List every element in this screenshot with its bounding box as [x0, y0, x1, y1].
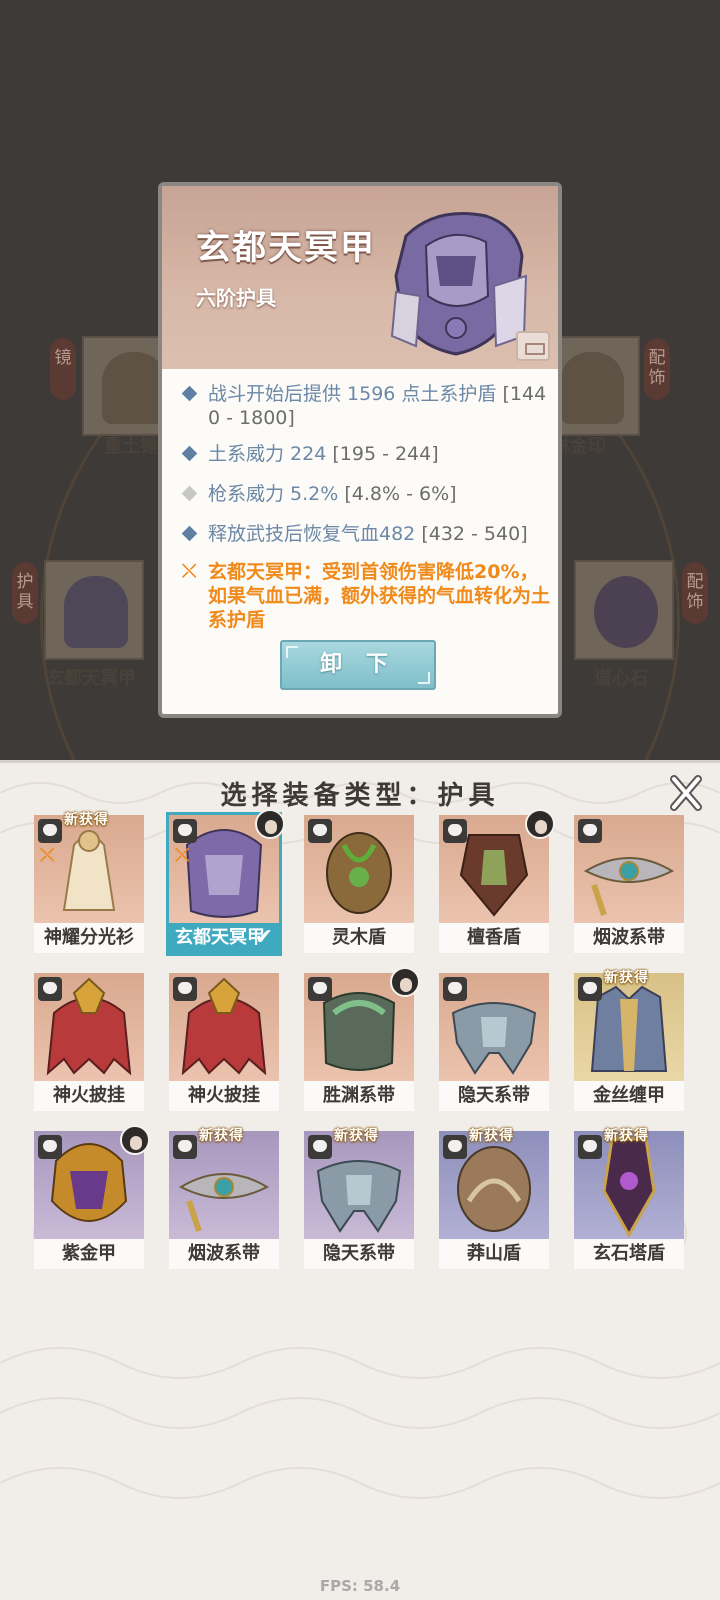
stat-line-1: 战斗开始后提供 1596 点土系护盾 [1440 - 1800]	[181, 382, 552, 430]
armor-type-icon	[578, 1135, 602, 1159]
stat-range: [195 - 244]	[332, 443, 439, 465]
armor-type-icon	[38, 1135, 62, 1159]
stat-text: 战斗开始后提供 1596 点土系护盾	[208, 383, 503, 405]
armor-type-icon	[308, 1135, 332, 1159]
armor-type-icon	[38, 819, 62, 843]
equipment-name: 玄石塔盾	[574, 1239, 684, 1269]
equipment-card[interactable]: 新获得 烟波系带	[169, 1128, 279, 1269]
stat-text: 枪系威力 5.2%	[208, 483, 345, 505]
special-effect-text: 玄都天冥甲：受到首领伤害降低20%，如果气血已满，额外获得的气血转化为土系护盾	[208, 561, 551, 631]
equipment-card[interactable]: 新获得 莽山盾	[439, 1128, 549, 1269]
stat-line-3: 枪系威力 5.2% [4.8% - 6%]	[181, 482, 552, 506]
bg-slot-tag-armor: 护具	[12, 562, 38, 624]
equipment-select-panel: 选择装备类型：护具 新获得 ⤬ 神耀分光衫 ⤬ 玄都天冥甲 ✔ 灵木盾 檀香盾 烟波系带 神火披挂…	[0, 760, 720, 1600]
new-badge: 新获得	[469, 1128, 514, 1144]
equipment-card[interactable]: 新获得 玄石塔盾	[574, 1128, 684, 1269]
bg-slot-tag-accessory: 配饰	[644, 338, 670, 400]
armor-type-icon	[173, 977, 197, 1001]
bg-slot-label-accessory-2: 道心石	[594, 668, 648, 689]
armor-type-icon	[308, 819, 332, 843]
equipment-name: 紫金甲	[34, 1239, 144, 1269]
set-effect-icon: ⤬	[182, 561, 197, 582]
armor-type-icon	[578, 977, 602, 1001]
new-badge: 新获得	[199, 1128, 244, 1144]
button-corner-ornament	[286, 646, 298, 658]
set-effect-icon: ⤬	[175, 845, 190, 866]
equipment-card[interactable]: 胜渊系带	[304, 967, 420, 1111]
set-effect-icon: ⤬	[40, 845, 55, 866]
stat-range: [4.8% - 6%]	[344, 483, 457, 505]
armor-type-icon	[443, 1135, 467, 1159]
stat-line-4: 释放武技后恢复气血482 [432 - 540]	[181, 522, 552, 546]
button-corner-ornament	[418, 672, 430, 684]
item-detail-header: 玄都天冥甲 六阶护具	[162, 186, 558, 369]
new-badge: 新获得	[64, 812, 109, 828]
hero-avatar-icon	[255, 809, 285, 839]
equipment-card[interactable]: 神火披挂	[34, 973, 144, 1111]
equipment-name: 檀香盾	[439, 923, 549, 953]
equipment-card[interactable]: 新获得 隐天系带	[304, 1128, 414, 1269]
collection-tag-icon[interactable]	[516, 331, 550, 361]
armor-type-icon	[443, 977, 467, 1001]
armor-type-icon	[308, 977, 332, 1001]
equipment-name: 神火披挂	[34, 1081, 144, 1111]
equipment-card[interactable]: 隐天系带	[439, 973, 549, 1111]
special-effect-line: ⤬ 玄都天冥甲：受到首领伤害降低20%，如果气血已满，额外获得的气血转化为土系护…	[182, 560, 552, 632]
equipment-card[interactable]: 新获得 ⤬ 神耀分光衫	[34, 812, 144, 953]
equipment-card[interactable]: 神火披挂	[169, 973, 279, 1111]
equipment-card[interactable]: ⤬ 玄都天冥甲 ✔	[166, 809, 285, 956]
equipment-name: 金丝缠甲	[574, 1081, 684, 1111]
hero-avatar-icon	[390, 967, 420, 997]
equipment-name: 隐天系带	[439, 1081, 549, 1111]
check-icon: ✔	[254, 925, 273, 950]
armor-type-icon	[38, 977, 62, 1001]
unequip-button[interactable]: 卸 下	[280, 640, 436, 690]
armor-type-icon	[578, 819, 602, 843]
hero-avatar-icon	[120, 1125, 150, 1155]
panel-title: 选择装备类型：护具	[220, 781, 500, 811]
equipment-name: 灵木盾	[304, 923, 414, 953]
equipment-name: 莽山盾	[439, 1239, 549, 1269]
stat-text: 释放武技后恢复气血482	[208, 523, 422, 545]
equipment-card[interactable]: 檀香盾	[439, 809, 555, 953]
armor-item-image	[390, 212, 528, 356]
equipment-card[interactable]: 烟波系带	[574, 815, 684, 953]
armor-type-icon	[173, 1135, 197, 1159]
equipment-card[interactable]: 紫金甲	[34, 1125, 150, 1269]
item-name: 玄都天冥甲	[196, 228, 376, 268]
equipment-name: 隐天系带	[304, 1239, 414, 1269]
bg-slot-armor[interactable]	[44, 560, 144, 660]
bg-slot-accessory-2	[574, 560, 674, 660]
stat-range: [432 - 540]	[421, 523, 528, 545]
fps-counter: FPS: 58.4	[319, 1577, 401, 1595]
hero-avatar-icon	[525, 809, 555, 839]
new-badge: 新获得	[334, 1128, 379, 1144]
stat-line-2: 土系威力 224 [195 - 244]	[181, 442, 552, 466]
equipment-name: 胜渊系带	[304, 1081, 414, 1111]
bg-slot-tag-weapon: 镜	[50, 338, 76, 400]
equipment-name: 烟波系带	[169, 1239, 279, 1269]
armor-type-icon	[443, 819, 467, 843]
equipment-card[interactable]: 新获得 金丝缠甲	[574, 970, 684, 1111]
equipment-name: 神耀分光衫	[34, 923, 144, 953]
stat-text: 土系威力 224	[208, 443, 333, 465]
armor-type-icon	[173, 819, 197, 843]
unequip-label: 卸 下	[320, 652, 396, 677]
equipment-name: 烟波系带	[574, 923, 684, 953]
bg-slot-label-weapon: 重土锤	[104, 436, 158, 457]
equipment-card[interactable]: 灵木盾	[304, 815, 414, 953]
new-badge: 新获得	[604, 970, 649, 986]
bg-slot-tag-accessory-2: 配饰	[682, 562, 708, 624]
item-grade: 六阶护具	[196, 286, 276, 310]
new-badge: 新获得	[604, 1128, 649, 1144]
bg-slot-label-armor: 玄都天冥甲	[46, 668, 136, 689]
equipment-name: 神火披挂	[169, 1081, 279, 1111]
close-x-icon[interactable]	[666, 773, 706, 813]
item-detail-popup: 玄都天冥甲 六阶护具 战斗开始后提供 1596 点土系护盾 [1440 - 18…	[158, 182, 562, 718]
